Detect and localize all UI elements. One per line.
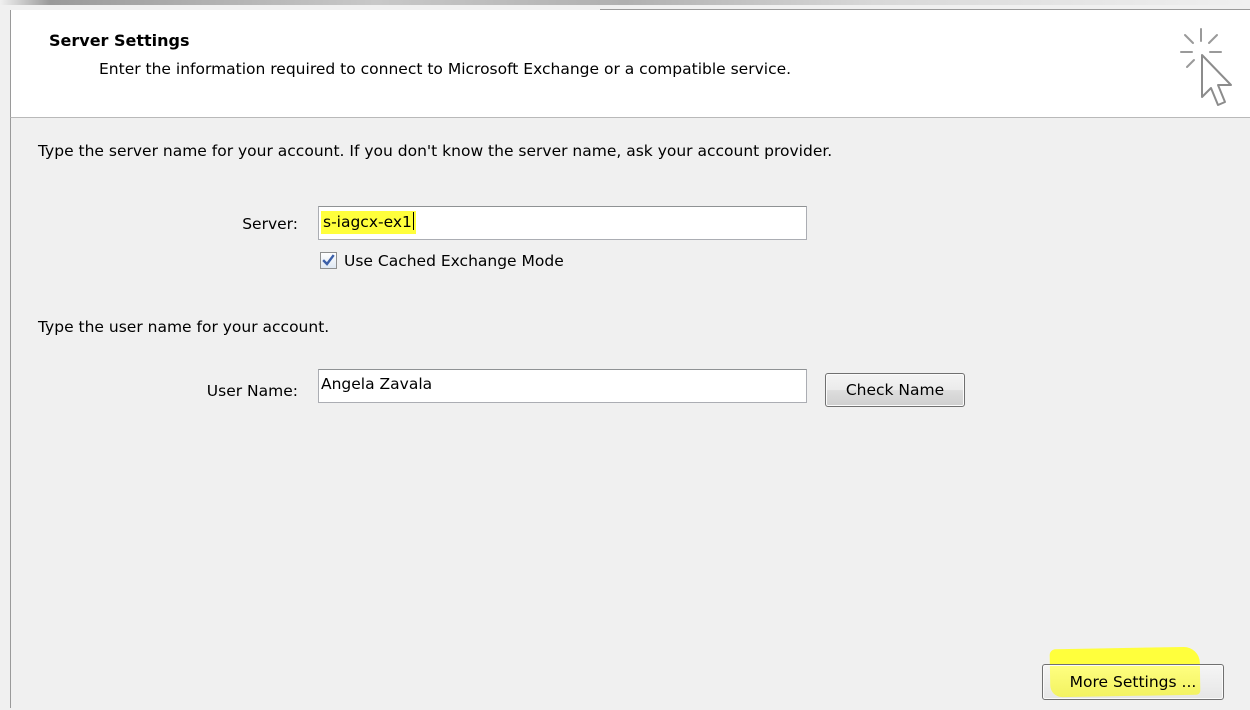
user-name-value: Angela Zavala (321, 375, 433, 393)
server-label: Server: (242, 215, 298, 233)
window-frame-top (0, 0, 1250, 5)
server-value: s-iagcx-ex1 (323, 213, 412, 231)
server-instructions: Type the server name for your account. I… (38, 142, 833, 160)
page-subtitle: Enter the information required to connec… (99, 60, 792, 78)
cached-mode-label[interactable]: Use Cached Exchange Mode (344, 252, 564, 270)
page-title: Server Settings (49, 31, 190, 50)
checkmark-icon (322, 254, 335, 266)
wizard-header: Server Settings Enter the information re… (10, 10, 1250, 118)
check-name-button[interactable]: Check Name (825, 373, 965, 407)
dialog-left-border (10, 118, 11, 708)
user-instructions: Type the user name for your account. (38, 318, 330, 336)
more-settings-button[interactable]: More Settings ... (1042, 664, 1224, 700)
server-input[interactable]: s-iagcx-ex1 (318, 206, 807, 240)
text-caret (412, 212, 414, 230)
wizard-cursor-icon (1180, 28, 1232, 106)
user-name-input[interactable]: Angela Zavala (318, 369, 807, 403)
server-value-highlight: s-iagcx-ex1 (321, 211, 416, 234)
user-name-label: User Name: (206, 382, 298, 400)
cached-mode-checkbox[interactable] (320, 252, 337, 269)
